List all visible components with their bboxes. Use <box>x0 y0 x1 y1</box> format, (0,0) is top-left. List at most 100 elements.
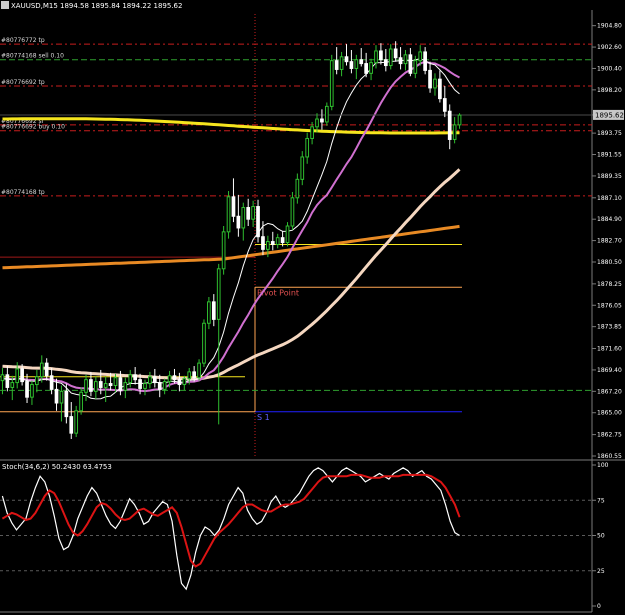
candle-body <box>261 236 265 250</box>
candle-body <box>256 206 260 238</box>
candle-body <box>143 383 147 389</box>
price-tick-label: 1876.05 <box>597 302 622 309</box>
candle-body <box>315 118 319 128</box>
candle-body <box>123 382 128 391</box>
candle-body <box>221 231 226 270</box>
candle-body <box>438 78 442 100</box>
candle-body <box>211 301 216 320</box>
price-tick-label: 1862.75 <box>597 432 622 439</box>
candle-body <box>138 379 142 389</box>
candle-body <box>310 126 314 139</box>
candle-body <box>207 301 211 324</box>
order-line-label: #80776692 tp <box>1 79 45 86</box>
candle-body <box>49 375 54 390</box>
candle-body <box>457 114 462 126</box>
order-line-label: #80774168 tp <box>1 189 45 196</box>
price-tick-label: 1887.10 <box>597 195 622 202</box>
candle-body <box>379 50 383 61</box>
candle-body <box>359 59 364 65</box>
price-tick-label: 1880.50 <box>597 259 622 266</box>
candle-body <box>59 390 64 404</box>
price-tick-label: 1860.55 <box>597 453 622 460</box>
candle-body <box>79 391 83 412</box>
candle-body <box>374 50 378 64</box>
candle-body <box>64 390 69 418</box>
candle-body <box>10 382 15 388</box>
order-line-label: #80776692 buy 0.10 <box>1 124 65 131</box>
candle-body <box>20 368 24 383</box>
candle-body <box>290 197 295 227</box>
price-tick-label: 1893.75 <box>597 130 622 137</box>
stoch-tick-label: 25 <box>597 568 605 575</box>
price-tick-label: 1891.55 <box>597 152 622 159</box>
candle-body <box>148 376 152 385</box>
candle-body <box>236 215 241 229</box>
candle-body <box>89 379 93 392</box>
order-line-label: #80774168 sell 0.10 <box>1 53 64 60</box>
price-tick-label: 1904.80 <box>597 23 622 30</box>
candle-body <box>197 362 201 379</box>
candle-body <box>167 375 172 383</box>
last-price-marker: 1895.62 <box>593 109 624 120</box>
candle-body <box>285 225 290 244</box>
candle-body <box>84 379 88 393</box>
price-tick-label: 1902.60 <box>597 44 622 51</box>
price-tick-label: 1873.85 <box>597 324 622 331</box>
last-price-label: 1895.62 <box>595 111 624 119</box>
candle-body <box>320 118 324 123</box>
chart-background <box>0 0 625 615</box>
stoch-title: Stoch(34,6,2) 50.2430 63.4753 <box>2 463 112 471</box>
candle-body <box>69 416 74 434</box>
candle-body <box>216 268 221 320</box>
candle-body <box>433 78 437 89</box>
candle-body <box>300 156 305 180</box>
candle-body <box>30 384 34 398</box>
candle-body <box>369 62 373 74</box>
candle-body <box>133 374 138 381</box>
chart-ohlc: 1894.58 1895.84 1894.22 1895.62 <box>60 2 182 10</box>
candle-body <box>128 374 133 384</box>
price-tick-label: 1867.20 <box>597 388 622 395</box>
candle-body <box>339 56 344 70</box>
candle-body <box>452 124 457 140</box>
candle-body <box>364 63 369 74</box>
candle-body <box>172 375 177 381</box>
candle-body <box>398 57 403 65</box>
candle-body <box>74 410 79 434</box>
candle-body <box>295 178 300 199</box>
candle-body <box>349 61 354 69</box>
price-tick-label: 1869.40 <box>597 367 622 374</box>
trading-chart[interactable]: #80776772 tp #80774168 sell 0.10 #80776692… <box>0 0 625 615</box>
candle-body <box>280 237 285 244</box>
candle-body <box>192 371 196 379</box>
candle-body <box>162 381 167 390</box>
candle-body <box>408 54 413 74</box>
candle-body <box>39 362 44 378</box>
pivot-level-label: S 1 <box>257 413 270 422</box>
candle-body <box>447 110 452 140</box>
candle-body <box>324 105 329 123</box>
candle-body <box>103 383 108 388</box>
candle-body <box>35 376 39 386</box>
candle-body <box>418 51 423 62</box>
candle-body <box>187 371 192 380</box>
stoch-tick-label: 50 <box>597 533 605 540</box>
order-line-label: #80776772 tp <box>1 37 45 44</box>
price-axis: 1904.80 1902.60 1900.40 1898.20 1895.62 1893.… <box>592 23 622 460</box>
candle-body <box>54 388 59 404</box>
candle-body <box>93 381 98 392</box>
candle-body <box>246 207 251 220</box>
candle-body <box>118 377 123 391</box>
candle-body <box>393 48 398 59</box>
candle-body <box>182 378 187 386</box>
price-tick-label: 1871.60 <box>597 346 622 353</box>
candle-body <box>423 51 427 71</box>
symbol-icon[interactable] <box>1 1 9 9</box>
stoch-tick-label: 75 <box>597 497 605 504</box>
price-tick-label: 1889.35 <box>597 173 622 180</box>
candle-body <box>266 241 270 250</box>
candle-body <box>98 381 103 388</box>
price-tick-label: 1898.20 <box>597 87 622 94</box>
candle-body <box>329 60 334 107</box>
price-tick-label: 1884.90 <box>597 216 622 223</box>
